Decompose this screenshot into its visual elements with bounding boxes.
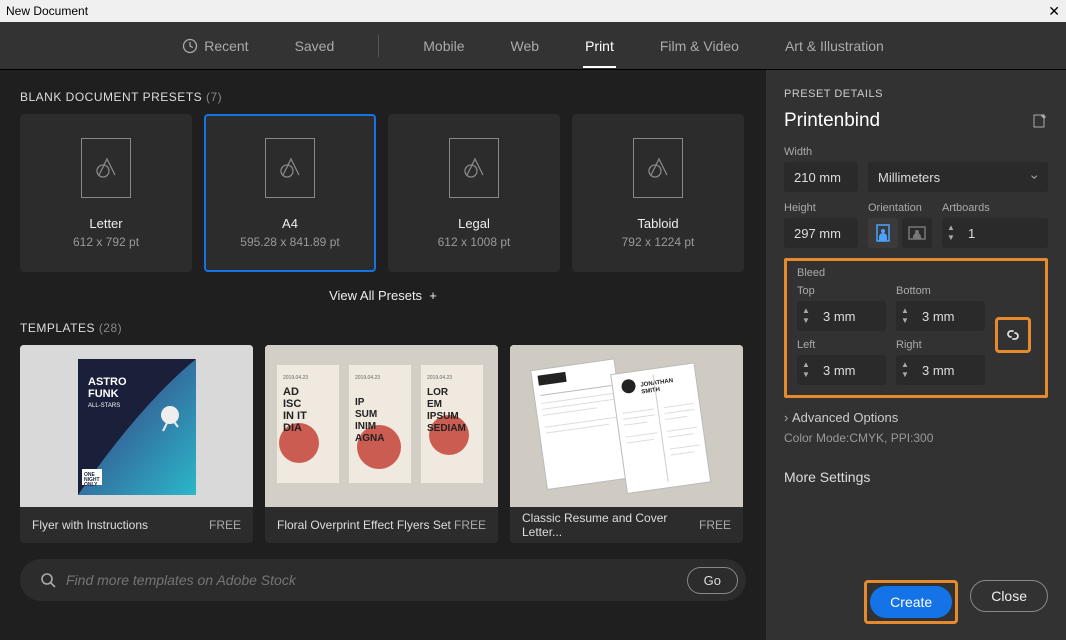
template-card[interactable]: ASTROFUNKALL-STARSONENIGHTONLY Flyer wit… (20, 345, 253, 543)
tab-web[interactable]: Web (509, 24, 542, 68)
page-icon (81, 138, 131, 198)
svg-text:2019.04.23: 2019.04.23 (283, 375, 308, 381)
template-card[interactable]: JONATHANSMITH Classic Resume and Cover L… (510, 345, 743, 543)
preset-letter[interactable]: Letter 612 x 792 pt (20, 114, 192, 272)
template-price: FREE (209, 518, 241, 532)
svg-text:FUNK: FUNK (88, 388, 119, 400)
advanced-options-toggle[interactable]: › Advanced Options (784, 410, 1048, 425)
orientation-landscape[interactable] (902, 218, 932, 248)
bleed-top-label: Top (797, 285, 886, 297)
svg-text:EM: EM (427, 399, 442, 410)
titlebar: New Document ✕ (0, 0, 1066, 22)
page-icon (265, 138, 315, 198)
svg-text:SUM: SUM (355, 409, 377, 420)
bleed-left-label: Left (797, 339, 886, 351)
presets-heading: BLANK DOCUMENT PRESETS (7) (20, 90, 746, 104)
svg-text:2019.04.23: 2019.04.23 (355, 375, 380, 381)
template-thumb: JONATHANSMITH (510, 345, 743, 507)
link-bleed-icon[interactable] (995, 317, 1031, 353)
window-title: New Document (6, 4, 88, 18)
chevron-down-icon (1033, 169, 1038, 185)
svg-text:ISC: ISC (283, 398, 301, 410)
template-name: Flyer with Instructions (32, 518, 148, 532)
template-thumb: ADISCIN ITDIA2019.04.23 IPSUMINIMAGNA201… (265, 345, 498, 507)
preset-a4[interactable]: A4 595.28 x 841.89 pt (204, 114, 376, 272)
preset-details-panel: PRESET DETAILS Printenbind Width 210 mm … (766, 70, 1066, 640)
tab-art-illustration[interactable]: Art & Illustration (783, 24, 886, 68)
page-icon (633, 138, 683, 198)
bleed-section: Bleed Top ▲▼3 mm Bottom ▲▼3 mm Left (784, 258, 1048, 398)
width-label: Width (784, 146, 1048, 158)
svg-text:AD: AD (283, 386, 299, 398)
artboards-label: Artboards (942, 202, 1048, 214)
orientation-portrait[interactable] (868, 218, 898, 248)
svg-text:AGNA: AGNA (355, 433, 384, 444)
svg-text:INIM: INIM (355, 421, 376, 432)
svg-text:ALL-STARS: ALL-STARS (88, 403, 120, 409)
preset-tabloid[interactable]: Tabloid 792 x 1224 pt (572, 114, 744, 272)
close-icon[interactable]: ✕ (1048, 3, 1060, 20)
preset-legal[interactable]: Legal 612 x 1008 pt (388, 114, 560, 272)
svg-text:IP: IP (355, 397, 365, 408)
more-settings-button[interactable]: More Settings (784, 469, 1048, 485)
height-input[interactable]: 297 mm (784, 218, 858, 248)
chevron-right-icon: › (784, 410, 788, 425)
svg-text:IPSUM: IPSUM (427, 411, 459, 422)
bleed-right-stepper[interactable]: ▲▼3 mm (896, 355, 985, 385)
templates-heading: TEMPLATES (28) (20, 321, 746, 335)
template-name: Floral Overprint Effect Flyers Set (277, 518, 451, 532)
step-up-icon: ▲ (947, 224, 955, 232)
plus-icon: + (429, 288, 437, 303)
color-mode-info: Color Mode:CMYK, PPI:300 (784, 431, 1048, 445)
tab-mobile[interactable]: Mobile (421, 24, 466, 68)
preset-name[interactable]: Printenbind (784, 110, 880, 132)
step-down-icon: ▼ (947, 234, 955, 242)
view-all-presets[interactable]: View All Presets + (20, 288, 746, 303)
tab-saved[interactable]: Saved (293, 24, 337, 68)
bleed-left-stepper[interactable]: ▲▼3 mm (797, 355, 886, 385)
go-button[interactable]: Go (687, 567, 738, 594)
clock-icon (182, 38, 198, 54)
bleed-label: Bleed (797, 267, 1035, 279)
svg-text:2019.04.23: 2019.04.23 (427, 375, 452, 381)
divider (378, 35, 379, 57)
svg-text:ASTRO: ASTRO (88, 376, 127, 388)
tab-film-video[interactable]: Film & Video (658, 24, 741, 68)
template-price: FREE (454, 518, 486, 532)
svg-text:IN IT: IN IT (283, 410, 307, 422)
tab-recent[interactable]: Recent (180, 24, 250, 68)
width-input[interactable]: 210 mm (784, 162, 858, 192)
close-button[interactable]: Close (970, 580, 1048, 612)
template-name: Classic Resume and Cover Letter... (522, 511, 699, 539)
stock-search: Go (20, 559, 746, 601)
search-icon (40, 572, 56, 588)
create-button[interactable]: Create (870, 586, 952, 618)
create-highlight: Create (864, 580, 958, 624)
svg-text:DIA: DIA (283, 422, 302, 434)
bleed-bottom-label: Bottom (896, 285, 985, 297)
svg-text:SEDIAM: SEDIAM (427, 423, 466, 434)
bleed-right-label: Right (896, 339, 985, 351)
orientation-label: Orientation (868, 202, 932, 214)
preset-details-heading: PRESET DETAILS (784, 88, 1048, 100)
height-label: Height (784, 202, 858, 214)
units-select[interactable]: Millimeters (868, 162, 1048, 192)
rename-preset-icon[interactable] (1032, 113, 1048, 129)
search-input[interactable] (66, 572, 677, 588)
page-icon (449, 138, 499, 198)
template-card[interactable]: ADISCIN ITDIA2019.04.23 IPSUMINIMAGNA201… (265, 345, 498, 543)
category-tabs: Recent Saved Mobile Web Print Film & Vid… (0, 22, 1066, 70)
left-panel: BLANK DOCUMENT PRESETS (7) Letter 612 x … (0, 70, 766, 640)
template-thumb: ASTROFUNKALL-STARSONENIGHTONLY (20, 345, 253, 507)
bleed-bottom-stepper[interactable]: ▲▼3 mm (896, 301, 985, 331)
tab-print[interactable]: Print (583, 24, 616, 68)
bleed-top-stepper[interactable]: ▲▼3 mm (797, 301, 886, 331)
svg-text:ONLY: ONLY (84, 482, 98, 488)
template-price: FREE (699, 518, 731, 532)
artboards-stepper[interactable]: ▲▼1 (942, 218, 1048, 248)
svg-text:LOR: LOR (427, 387, 449, 398)
